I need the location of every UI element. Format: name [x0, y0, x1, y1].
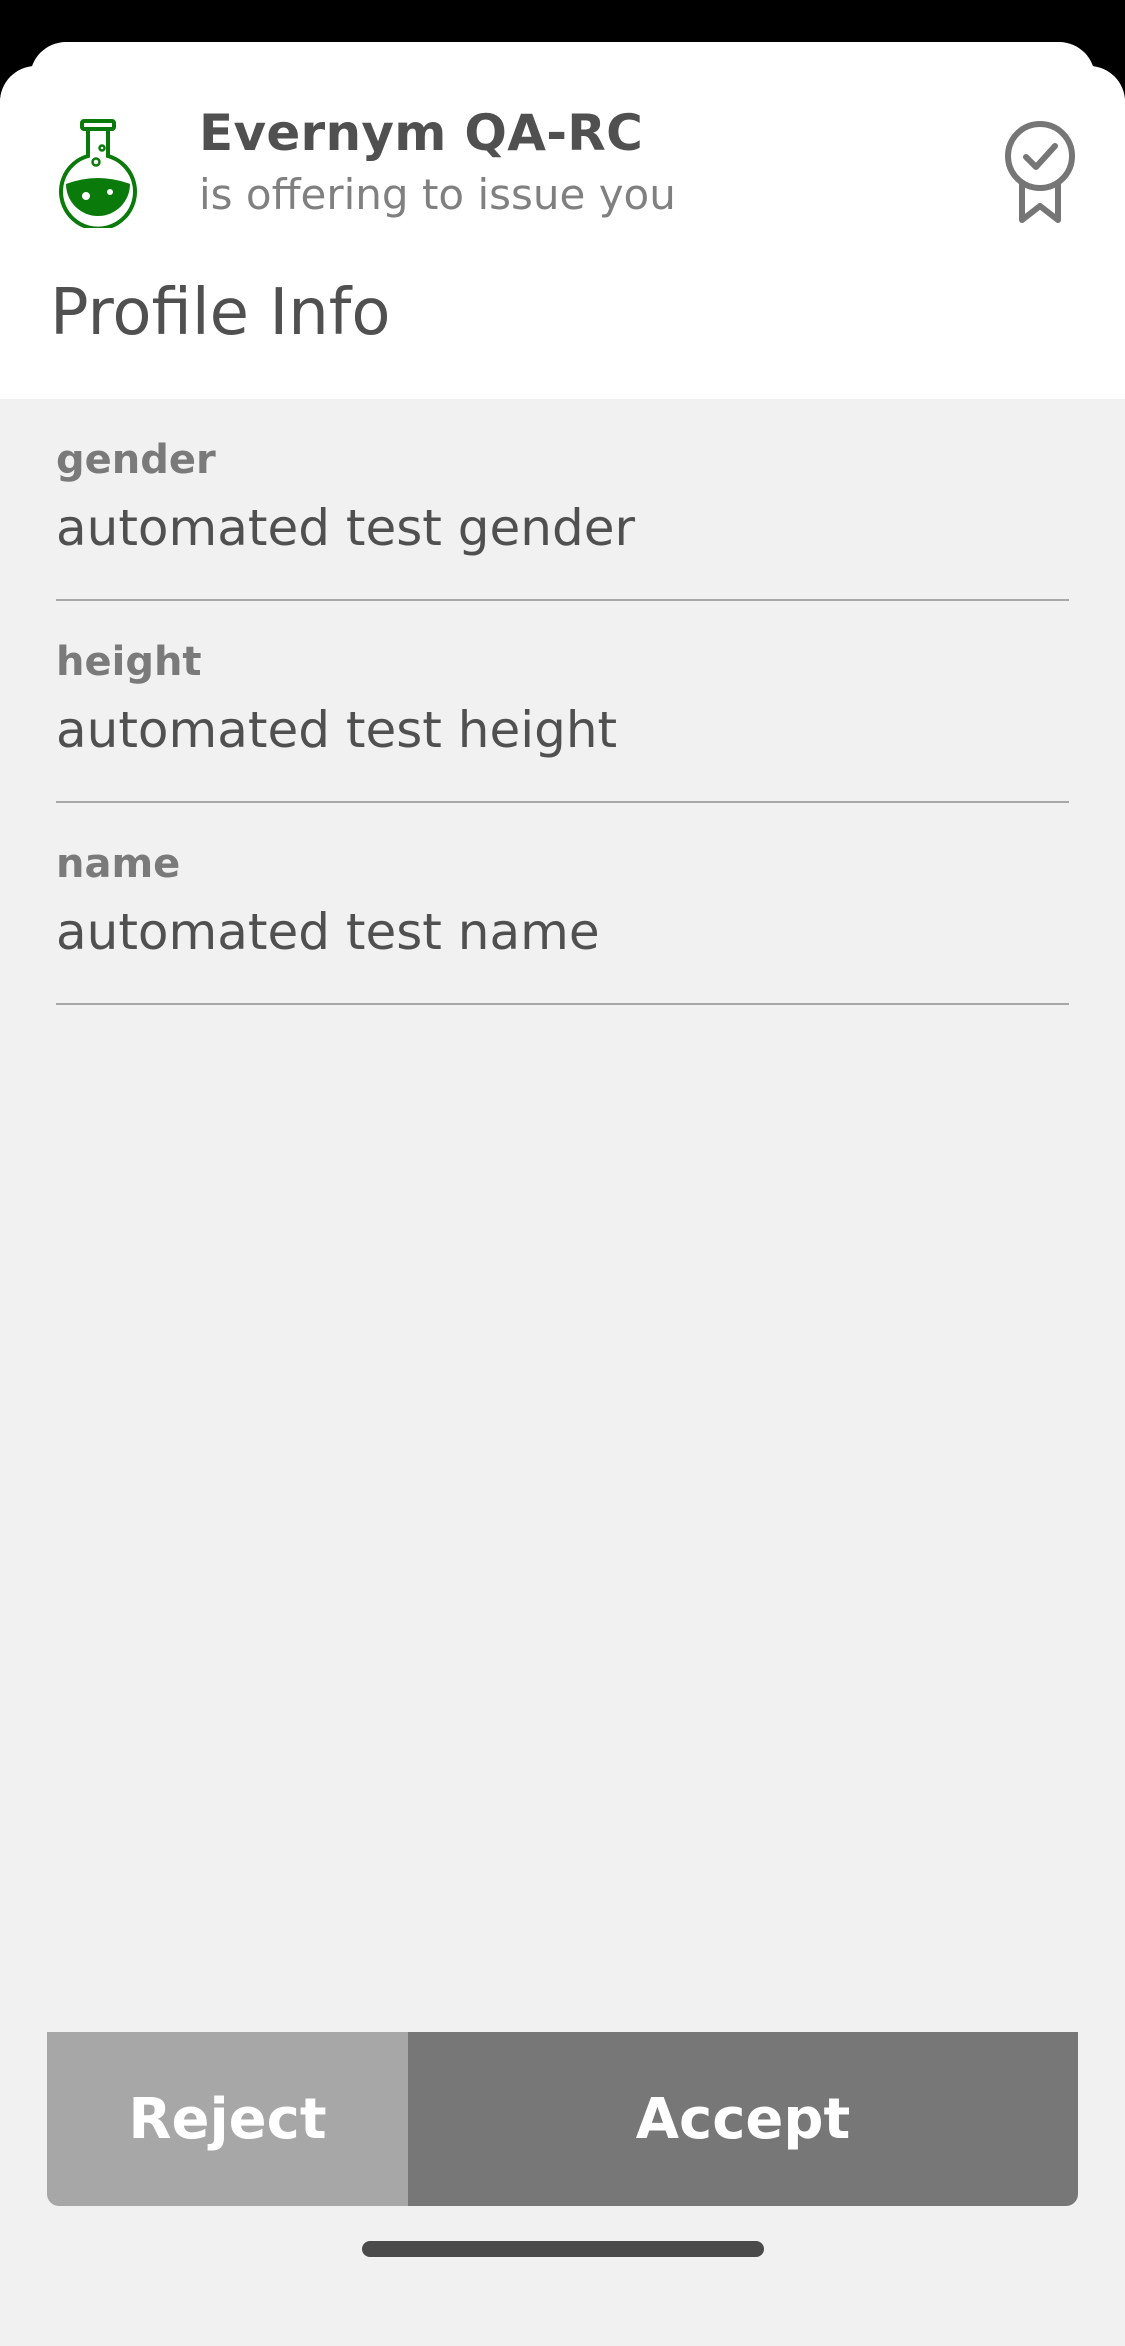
attribute-label: gender [56, 437, 216, 483]
home-indicator[interactable] [362, 2241, 764, 2257]
attribute-value: automated test name [56, 903, 600, 961]
attribute-row: gender automated test gender [56, 399, 1069, 601]
credential-title: Profile Info [50, 276, 391, 350]
reject-button[interactable]: Reject [47, 2032, 408, 2206]
attribute-label: height [56, 639, 202, 685]
offer-header: Evernym QA-RC is offering to issue you P… [0, 66, 1125, 399]
attribute-value: automated test height [56, 701, 618, 759]
issuer-subtitle: is offering to issue you [199, 170, 676, 219]
attribute-row: name automated test name [56, 803, 1069, 1005]
attribute-value: automated test gender [56, 499, 636, 557]
award-ribbon-check-icon [1005, 121, 1075, 223]
action-buttons: Reject Accept [47, 2032, 1078, 2206]
credential-offer-sheet: Evernym QA-RC is offering to issue you P… [0, 66, 1125, 2346]
attribute-row: height automated test height [56, 601, 1069, 803]
flask-icon [59, 119, 137, 228]
attribute-list: gender automated test gender height auto… [56, 399, 1069, 1005]
attribute-label: name [56, 841, 181, 887]
accept-button[interactable]: Accept [408, 2032, 1078, 2206]
issuer-name: Evernym QA-RC [199, 104, 644, 162]
